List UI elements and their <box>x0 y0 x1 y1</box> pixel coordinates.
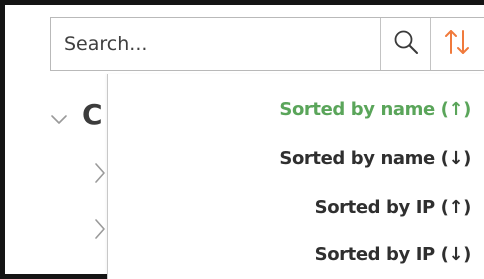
tree-node-partial <box>82 268 104 276</box>
sort-by-name-desc[interactable]: Sorted by name (↓) <box>279 144 471 174</box>
chevron-right-icon[interactable] <box>94 162 106 188</box>
sort-button[interactable] <box>430 18 484 70</box>
chevron-right-icon[interactable] <box>94 218 106 244</box>
sort-menu: Sorted by name (↑) Sorted by name (↓) So… <box>107 74 484 279</box>
chevron-down-icon[interactable] <box>50 111 68 130</box>
search-input[interactable] <box>51 18 380 70</box>
sort-by-ip-desc[interactable]: Sorted by IP (↓) <box>315 240 472 270</box>
search-button[interactable] <box>380 18 431 70</box>
sort-by-name-asc[interactable]: Sorted by name (↑) <box>279 95 471 125</box>
tree-node-label[interactable]: C <box>82 98 103 132</box>
sort-by-ip-asc[interactable]: Sorted by IP (↑) <box>315 193 472 223</box>
sort-arrows-icon <box>444 27 470 61</box>
search-icon <box>393 29 419 59</box>
search-bar <box>50 17 484 71</box>
